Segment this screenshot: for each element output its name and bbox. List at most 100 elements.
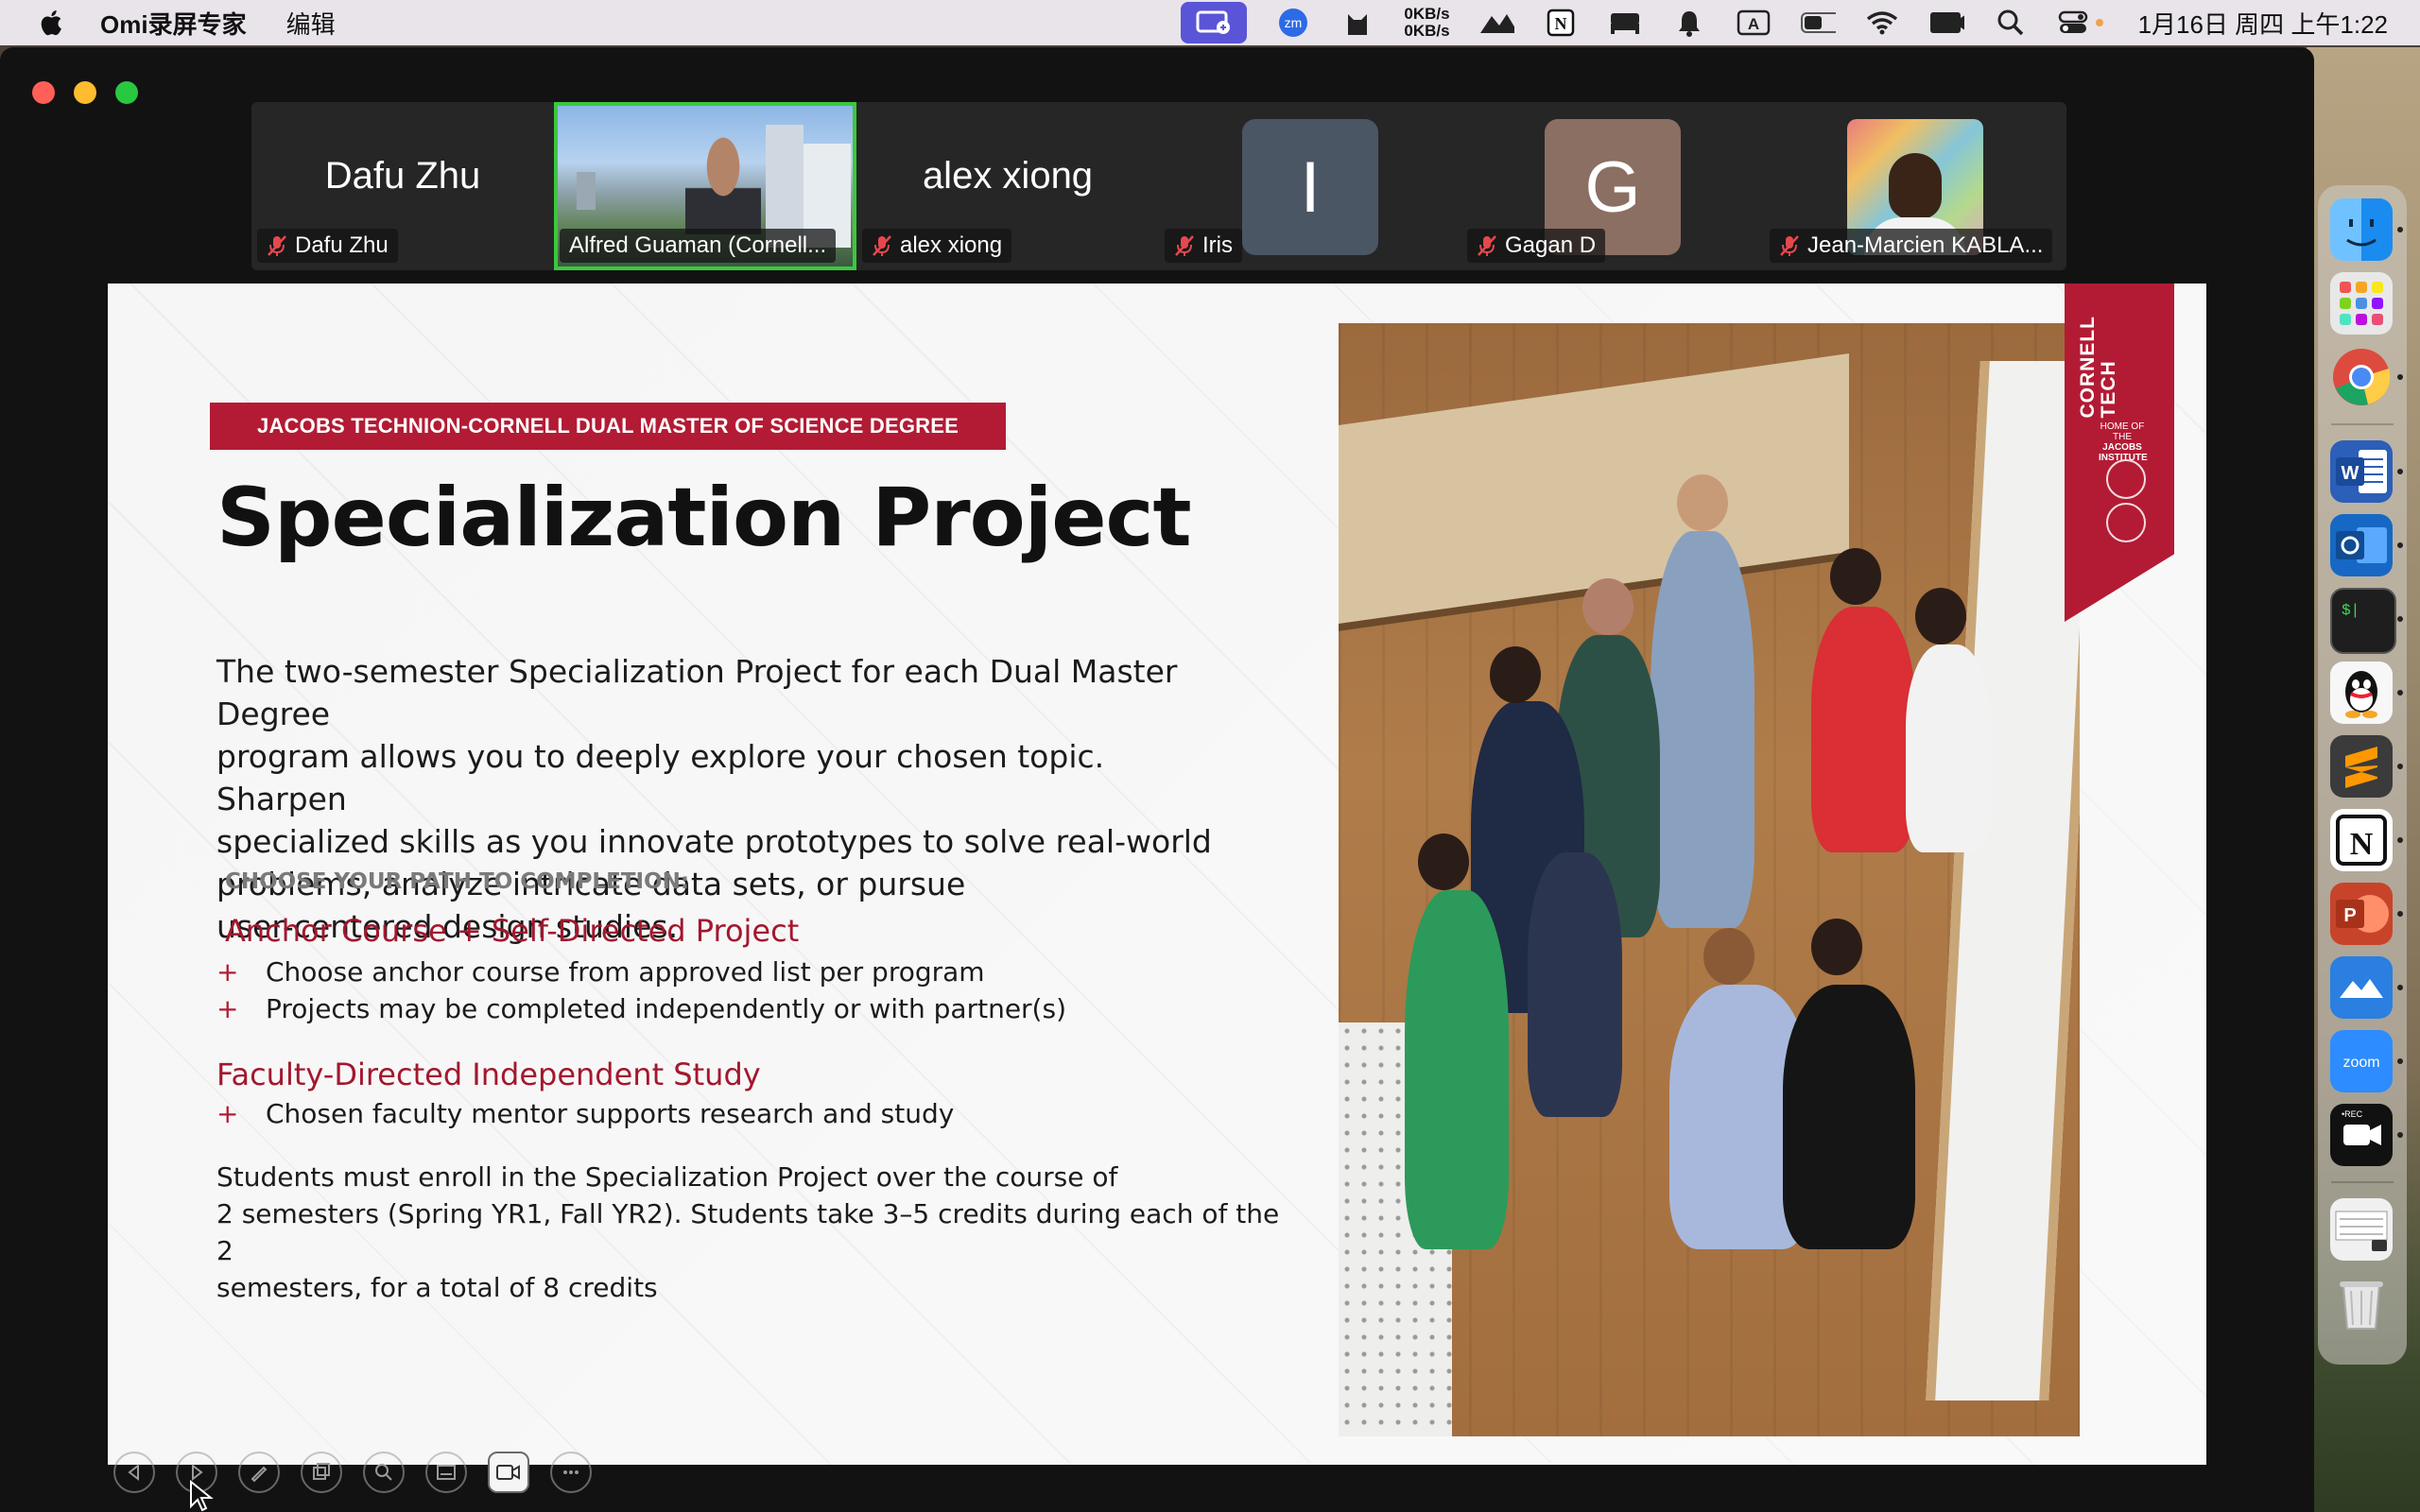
slide-note: Students must enroll in the Specializati…: [216, 1159, 1304, 1306]
participant-tile-iris[interactable]: I Iris: [1159, 102, 1461, 270]
powerpoint-icon[interactable]: P: [2330, 883, 2393, 945]
trash-icon[interactable]: [2330, 1272, 2393, 1334]
minimize-window-button[interactable]: [74, 81, 96, 104]
network-speed: 0KB/s 0KB/s: [1404, 6, 1449, 40]
wifi-icon[interactable]: [1864, 9, 1900, 37]
app-menu[interactable]: Omi录屏专家: [100, 6, 247, 41]
note-line: 2 semesters (Spring YR1, Fall YR2). Stud…: [216, 1198, 1280, 1266]
qq-icon[interactable]: [2330, 662, 2393, 724]
more-icon: [563, 1470, 579, 1474]
seal-icon: [2106, 459, 2146, 499]
copy-button[interactable]: [301, 1452, 342, 1493]
camera-icon: [496, 1465, 520, 1480]
input-method-icon[interactable]: A: [1736, 9, 1772, 37]
camera-menubar-icon[interactable]: [1928, 9, 1964, 37]
bullet-text: Choose anchor course from approved list …: [266, 956, 985, 988]
net-down: 0KB/s: [1404, 22, 1450, 40]
zoom-slide-button[interactable]: [363, 1452, 405, 1493]
downloads-stack-icon[interactable]: [2330, 1198, 2393, 1261]
notion-menubar-icon[interactable]: N: [1543, 9, 1579, 37]
slide-toolbar: [113, 1452, 592, 1493]
sublime-text-icon[interactable]: [2330, 735, 2393, 798]
participant-tile-alfred[interactable]: Alfred Guaman (Cornell...: [554, 102, 856, 270]
intro-line: specialized skills as you innovate proto…: [216, 823, 1212, 860]
subtitles-button[interactable]: [425, 1452, 467, 1493]
pen-button[interactable]: [238, 1452, 280, 1493]
participant-label: alex xiong: [862, 229, 1012, 263]
mouse-cursor-icon: [190, 1480, 214, 1512]
bed-icon[interactable]: [1607, 9, 1643, 37]
participant-label: Dafu Zhu: [257, 229, 398, 263]
participant-name: alex xiong: [900, 232, 1003, 258]
avatar: I: [1242, 119, 1378, 255]
terminal-icon[interactable]: $|: [2330, 588, 2396, 654]
zoom-menubar-icon[interactable]: zm: [1275, 9, 1311, 37]
participant-name: Alfred Guaman (Cornell...: [569, 232, 827, 258]
participant-person: [685, 130, 761, 234]
bell-icon[interactable]: [1671, 9, 1707, 37]
svg-text:W: W: [2342, 463, 2360, 484]
prev-icon: [128, 1463, 139, 1482]
search-icon[interactable]: [1993, 9, 2029, 37]
lanhu-icon[interactable]: [2330, 956, 2393, 1019]
svg-text:N: N: [2350, 827, 2374, 862]
svg-text:zm: zm: [1285, 15, 1303, 30]
participant-name: Jean-Marcien KABLA...: [1807, 232, 2044, 258]
more-button[interactable]: [550, 1452, 592, 1493]
participant-tile-alex[interactable]: alex xiong alex xiong: [856, 102, 1159, 270]
participant-name: Iris: [1202, 232, 1233, 258]
apple-icon[interactable]: [38, 9, 62, 37]
plus-icon: +: [216, 993, 239, 1024]
participant-label: Gagan D: [1467, 229, 1606, 263]
svg-text:N: N: [1554, 14, 1566, 33]
prev-slide-button[interactable]: [113, 1452, 155, 1493]
choose-path-label: CHOOSE YOUR PATH TO COMPLETION:: [225, 869, 690, 894]
slide-title: Specialization Project: [216, 471, 1192, 565]
control-center-icon[interactable]: [2057, 9, 2110, 37]
notion-icon[interactable]: N: [2330, 809, 2393, 871]
participant-label: Alfred Guaman (Cornell...: [560, 229, 837, 263]
screen-share-icon[interactable]: [1181, 2, 1248, 43]
participant-name: Gagan D: [1505, 232, 1597, 258]
bullet-item: + Projects may be completed independentl…: [216, 993, 1066, 1024]
bullet-item: + Chosen faculty mentor supports researc…: [216, 1098, 954, 1129]
mic-muted-icon: [1478, 235, 1496, 256]
edit-menu[interactable]: 编辑: [286, 6, 336, 41]
slide-photo: [1339, 323, 2080, 1436]
bullet-text: Projects may be completed independently …: [266, 993, 1066, 1024]
seal-icon: [2106, 503, 2146, 542]
chrome-icon[interactable]: [2330, 346, 2393, 408]
participant-tile-dafu[interactable]: Dafu Zhu Dafu Zhu: [251, 102, 554, 270]
svg-text:$|: $|: [2342, 602, 2360, 619]
battery-icon[interactable]: [1800, 9, 1836, 37]
participant-label: Jean-Marcien KABLA...: [1770, 229, 2053, 263]
close-window-button[interactable]: [32, 81, 55, 104]
bullet-item: + Choose anchor course from approved lis…: [216, 956, 985, 988]
finder-icon[interactable]: [2330, 198, 2393, 261]
participant-tile-jean[interactable]: Jean-Marcien KABLA...: [1764, 102, 2066, 270]
shared-slide: JACOBS TECHNION-CORNELL DUAL MASTER OF S…: [108, 284, 2206, 1465]
zoom-icon[interactable]: zoom: [2330, 1030, 2393, 1092]
mic-muted-icon: [1780, 235, 1799, 256]
slide-kicker: JACOBS TECHNION-CORNELL DUAL MASTER OF S…: [210, 403, 1006, 450]
subtitles-icon: [437, 1465, 456, 1480]
cat-icon[interactable]: [1340, 9, 1375, 37]
screen-recorder-icon[interactable]: •REC: [2330, 1104, 2393, 1166]
maximize-window-button[interactable]: [115, 81, 138, 104]
bullet-text: Chosen faculty mentor supports research …: [266, 1098, 955, 1129]
path-heading-faculty: Faculty-Directed Independent Study: [216, 1057, 761, 1092]
svg-text:A: A: [1747, 15, 1758, 33]
menubar-clock[interactable]: 1月16日 周四 上午1:22: [2138, 6, 2388, 41]
mountains-icon[interactable]: [1478, 9, 1514, 37]
camera-toggle-button[interactable]: [488, 1452, 529, 1493]
outlook-icon[interactable]: [2330, 514, 2393, 576]
dock: W $| N P zoom •REC: [2318, 185, 2407, 1365]
participant-tile-gagan[interactable]: G Gagan D: [1461, 102, 1764, 270]
launchpad-icon[interactable]: [2330, 272, 2393, 335]
mic-muted-icon: [1175, 235, 1194, 256]
status-area: zm 0KB/s 0KB/s N A 1月16日 周四 上午1:22: [1181, 0, 2388, 45]
note-line: Students must enroll in the Specializati…: [216, 1161, 1118, 1193]
participant-display-name: Dafu Zhu: [324, 155, 481, 197]
word-icon[interactable]: W: [2330, 440, 2393, 503]
plus-icon: +: [216, 1098, 239, 1129]
